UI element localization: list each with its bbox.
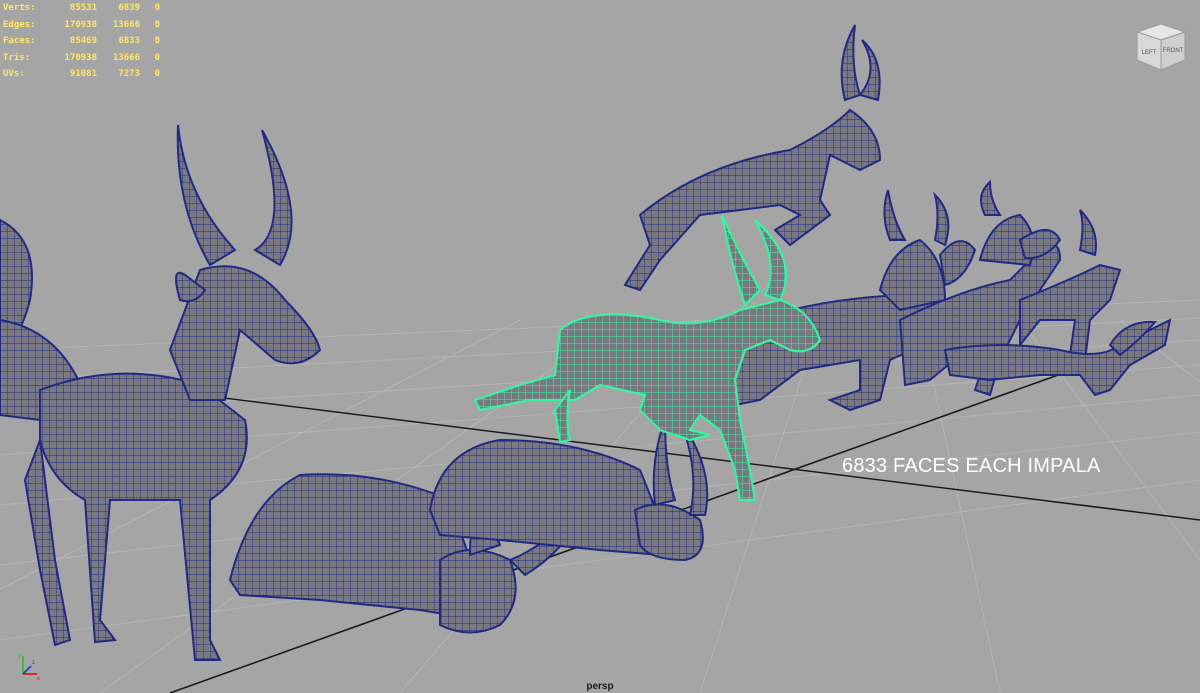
hud-value-scene: 85531 bbox=[69, 3, 97, 13]
hud-value-scene: 85469 bbox=[69, 36, 97, 46]
hud-value-components: 0 bbox=[154, 69, 160, 79]
hud-value-scene: 91081 bbox=[69, 69, 97, 79]
svg-text:z: z bbox=[32, 660, 35, 666]
viewcube-icon[interactable]: LEFT FRONT bbox=[1131, 22, 1191, 74]
maya-viewport[interactable]: Verts: 85531 6839 0 Edges: 170938 13666 … bbox=[0, 0, 1200, 693]
impala-herd-right[interactable] bbox=[728, 179, 1172, 412]
hud-value-scene: 170938 bbox=[64, 19, 97, 30]
hud-label: Verts: bbox=[3, 3, 36, 13]
hud-label: UVs: bbox=[3, 69, 25, 79]
camera-name-label: persp bbox=[586, 681, 614, 692]
hud-row-tris: Tris: 170938 13666 0 bbox=[3, 50, 160, 67]
hud-value-selected: 6839 bbox=[118, 3, 140, 13]
viewcube-left-face[interactable]: LEFT bbox=[1142, 50, 1157, 56]
hud-row-uvs: UVs: 91081 7273 0 bbox=[3, 66, 160, 83]
hud-row-edges: Edges: 170938 13666 0 bbox=[3, 17, 160, 34]
hud-label: Faces: bbox=[3, 36, 36, 46]
poly-count-hud: Verts: 85531 6839 0 Edges: 170938 13666 … bbox=[3, 0, 160, 83]
hud-value-components: 0 bbox=[154, 36, 160, 46]
faces-caption: 6833 FACES EACH IMPALA bbox=[842, 455, 1101, 477]
hud-value-selected: 7273 bbox=[118, 69, 140, 79]
viewcube-front-face[interactable]: FRONT bbox=[1163, 48, 1184, 54]
hud-row-verts: Verts: 85531 6839 0 bbox=[3, 0, 160, 17]
hud-value-components: 0 bbox=[154, 3, 160, 13]
hud-value-components: 0 bbox=[154, 19, 160, 30]
impala-leaping-top[interactable] bbox=[623, 24, 882, 292]
hud-value-components: 0 bbox=[154, 52, 160, 63]
hud-value-selected: 6833 bbox=[118, 36, 140, 46]
hud-label: Tris: bbox=[3, 52, 31, 63]
hud-value-selected: 13666 bbox=[112, 19, 140, 30]
hud-row-faces: Faces: 85469 6833 0 bbox=[3, 33, 160, 50]
hud-label: Edges: bbox=[3, 19, 36, 30]
svg-text:y: y bbox=[18, 653, 21, 659]
hud-value-scene: 170938 bbox=[64, 52, 97, 63]
axis-gizmo-icon: z x y bbox=[18, 653, 40, 682]
scene-canvas[interactable] bbox=[0, 0, 1200, 693]
hud-value-selected: 13666 bbox=[112, 52, 140, 63]
